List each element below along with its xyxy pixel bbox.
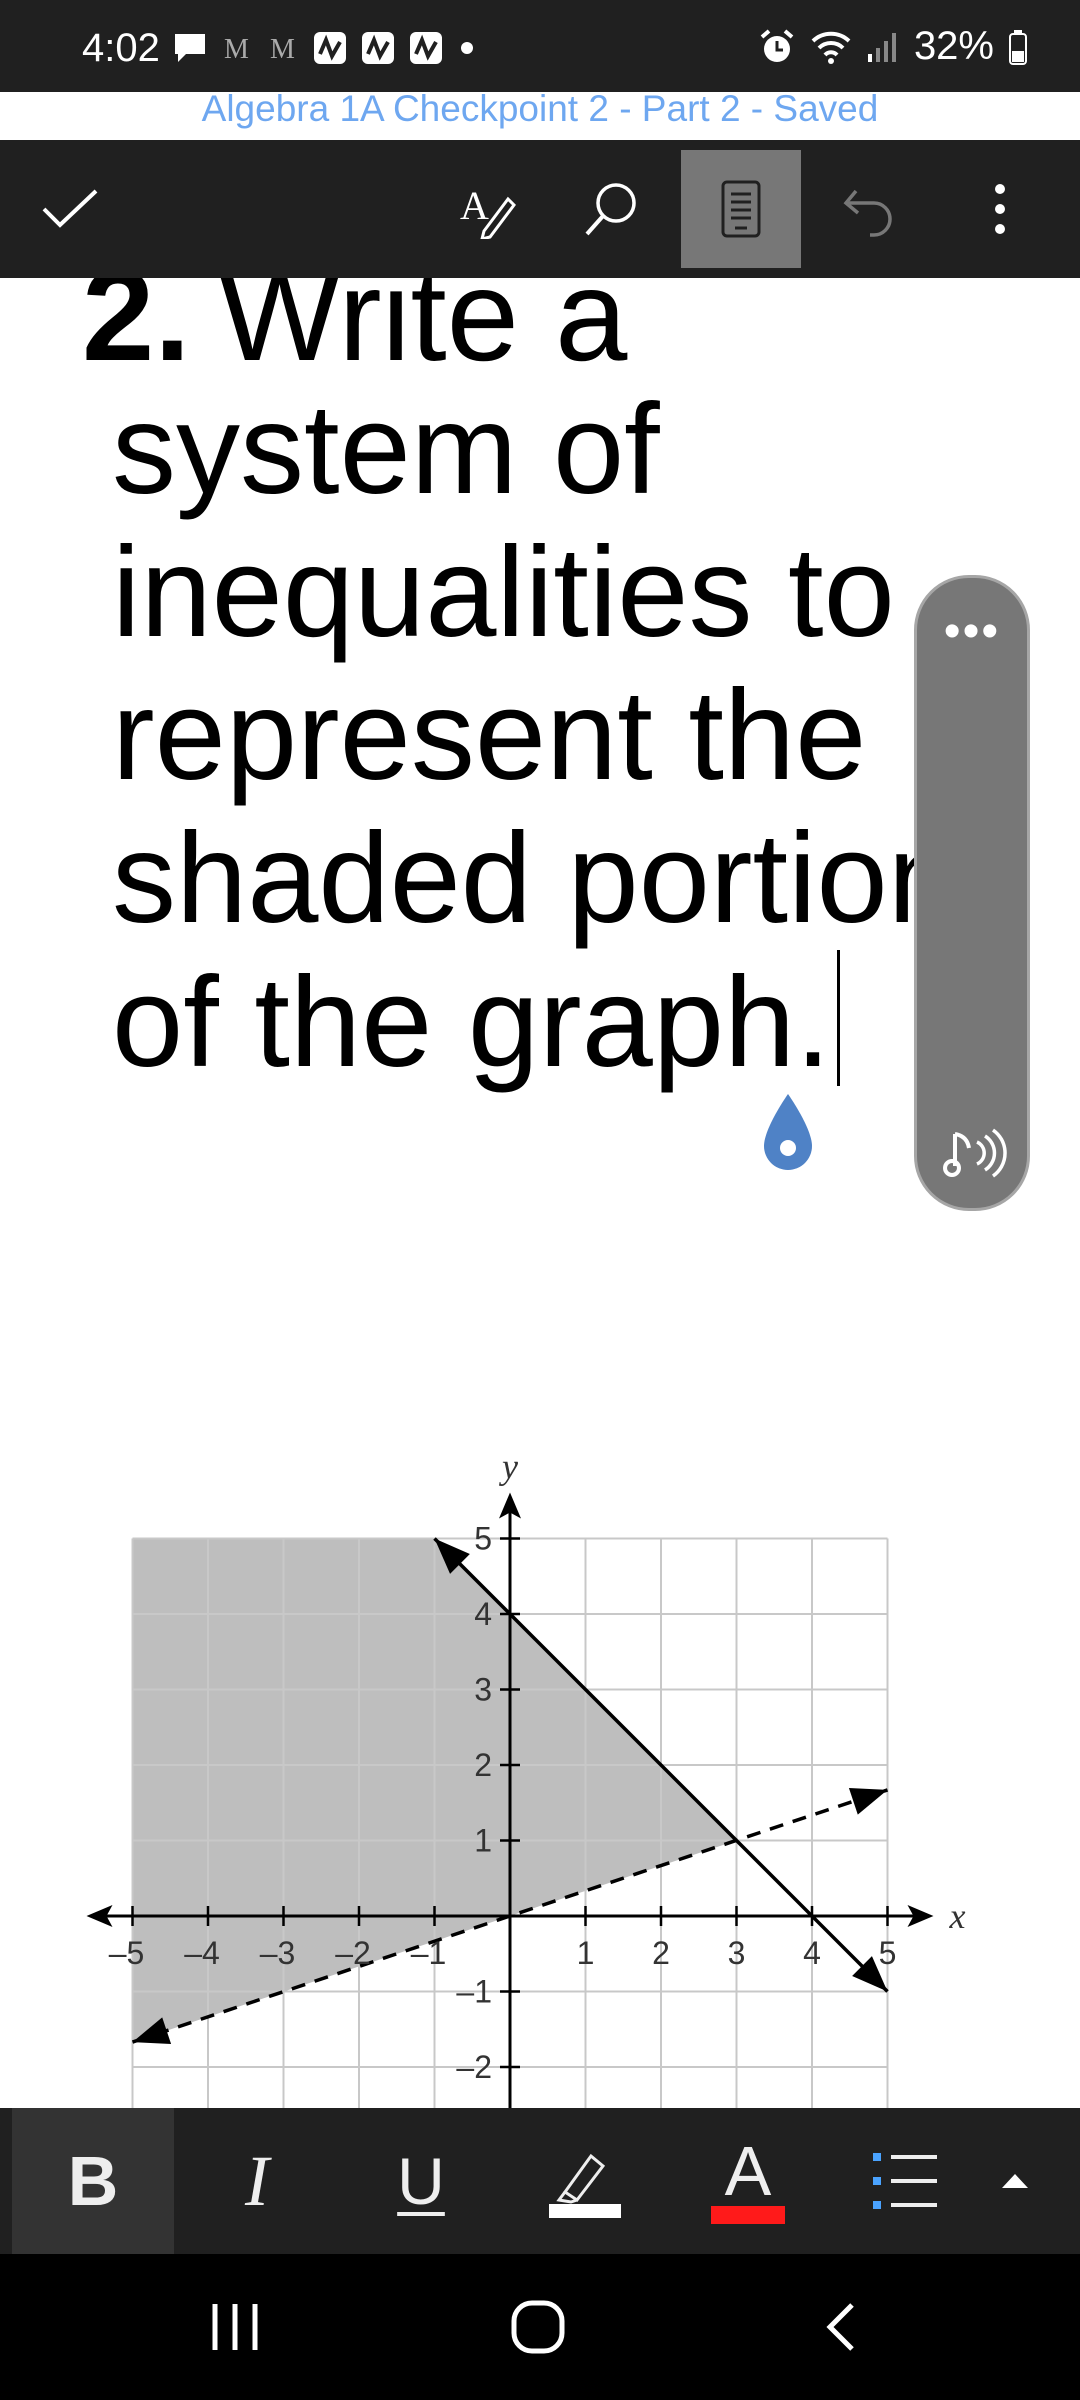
pen-icon: A: [460, 183, 516, 239]
home-icon: [511, 2300, 565, 2354]
y-tick-label: 5: [474, 1521, 492, 1557]
question-line: shaded portion: [112, 807, 959, 950]
x-axis-label: x: [949, 1896, 966, 1936]
undo-button[interactable]: [810, 140, 930, 278]
svg-text:M: M: [270, 34, 295, 64]
svg-text:M: M: [224, 34, 249, 64]
signal-icon: [867, 32, 896, 62]
read-aloud-icon[interactable]: [943, 1126, 1007, 1184]
recents-button[interactable]: [155, 2254, 315, 2400]
x-tick-label: 1: [577, 1935, 595, 1971]
app-icon: [314, 32, 346, 64]
question-line: of the graph.: [112, 951, 831, 1094]
font-color-icon: A: [724, 2132, 772, 2210]
search-button[interactable]: [552, 140, 672, 278]
status-time: 4:02: [82, 26, 160, 70]
reading-view-button[interactable]: [681, 150, 801, 268]
bold-button[interactable]: B: [12, 2108, 174, 2254]
italic-button[interactable]: I: [182, 2108, 332, 2254]
expand-up-icon: [1002, 2174, 1028, 2188]
x-tick-label: –2: [335, 1935, 371, 1971]
status-bar: 4:02 M M 32% Algebra 1A Checkpoint 2 - P…: [0, 0, 1080, 129]
document-title: Algebra 1A Checkpoint 2 - Part 2 - Saved: [201, 88, 879, 129]
question-first-line: Write a: [218, 278, 628, 388]
recents-icon: [212, 2304, 258, 2350]
svg-text:A: A: [460, 183, 489, 228]
document-body[interactable]: 2. Write a system of inequalities to rep…: [0, 278, 1080, 2108]
x-tick-label: –1: [411, 1935, 447, 1971]
back-button[interactable]: [760, 2254, 920, 2400]
question-line-last: of the graph.: [112, 950, 972, 1094]
battery-percent: 32%: [913, 24, 994, 68]
more-options-button[interactable]: [940, 140, 1060, 278]
navigation-bar: [0, 2254, 1080, 2400]
x-tick-label: –3: [260, 1935, 296, 1971]
x-tick-label: 5: [879, 1935, 897, 1971]
done-button[interactable]: [10, 140, 130, 278]
font-color-button[interactable]: A: [668, 2108, 828, 2254]
alarm-icon: [760, 28, 794, 62]
battery-icon: [1009, 29, 1027, 65]
draw-button[interactable]: A: [428, 140, 548, 278]
y-tick-label: –2: [456, 2049, 492, 2085]
x-tick-label: 4: [803, 1935, 821, 1971]
format-bar: B I U A: [0, 2108, 1080, 2254]
y-axis-label: y: [499, 1447, 518, 1487]
app-icon: [362, 32, 394, 64]
system-icons: 32%: [758, 24, 1028, 69]
question-line: represent the: [112, 664, 867, 807]
more-horizontal-icon[interactable]: •••: [917, 608, 1027, 656]
reading-view-icon: [721, 180, 761, 238]
notification-icons: M M: [172, 30, 478, 66]
highlight-icon: [549, 2153, 621, 2218]
chat-icon: [175, 34, 205, 62]
x-tick-label: –4: [184, 1935, 220, 1971]
toolbar: A: [0, 140, 1080, 278]
gmail-icon: M: [224, 34, 249, 64]
y-tick-label: 3: [474, 1672, 492, 1708]
search-icon: [585, 183, 636, 236]
x-tick-label: 2: [652, 1935, 670, 1971]
undo-icon: [843, 189, 892, 237]
text-cursor: [836, 950, 840, 1086]
highlight-button[interactable]: [510, 2108, 660, 2254]
expand-format-button[interactable]: [960, 2108, 1070, 2254]
question-number: 2.: [82, 278, 191, 388]
read-aloud-panel[interactable]: •••: [914, 575, 1030, 1211]
question-text[interactable]: system of inequalities to represent the …: [112, 378, 972, 1094]
y-tick-label: –1: [456, 1974, 492, 2010]
y-tick-label: 2: [474, 1747, 492, 1783]
x-tick-label: –5: [109, 1935, 145, 1971]
check-icon: [42, 189, 98, 228]
y-tick-label: 4: [474, 1596, 492, 1632]
y-tick-label: 1: [474, 1823, 492, 1859]
font-color-swatch: [711, 2206, 785, 2224]
inequality-graph: –5–4–3–2–11234554321–1–2–3–4–5xy: [86, 1447, 966, 2108]
more-vertical-icon: [995, 184, 1005, 234]
list-button[interactable]: [856, 2108, 956, 2254]
gmail-icon: M: [270, 34, 295, 64]
home-button[interactable]: [458, 2254, 618, 2400]
wifi-icon: [811, 31, 851, 64]
dot-icon: [461, 42, 473, 54]
app-icon: [410, 32, 442, 64]
question-line: system of: [112, 378, 660, 521]
underline-button[interactable]: U: [346, 2108, 496, 2254]
line-arrowhead: [848, 1788, 888, 1815]
back-icon: [826, 2303, 854, 2351]
list-icon: [873, 2153, 937, 2209]
question-line: inequalities to: [112, 521, 895, 664]
x-tick-label: 3: [728, 1935, 746, 1971]
